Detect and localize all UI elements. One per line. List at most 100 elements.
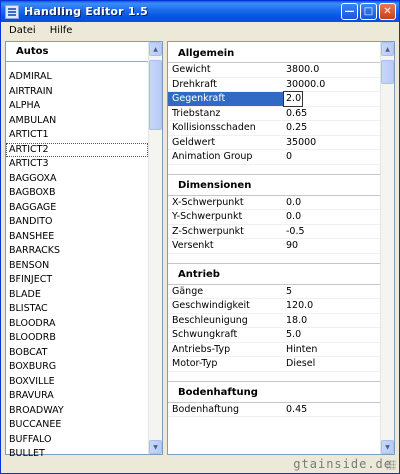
list-item[interactable]: BROADWAY — [6, 404, 148, 419]
property-value[interactable]: Hinten — [284, 344, 380, 355]
property-row[interactable]: Antriebs-Typ Hinten — [168, 343, 380, 357]
watermark: gtainside.de — [293, 457, 392, 471]
property-name: Antriebs-Typ — [172, 343, 231, 355]
properties-pane: Allgemein Gewicht 3800.0 Drehkraft 30000.0 Ge… — [167, 41, 395, 455]
list-item[interactable]: BUCCANEE — [6, 418, 148, 433]
property-row[interactable]: Triebstanz 0.65 — [168, 107, 380, 121]
section-gap — [168, 372, 380, 382]
property-name: Geschwindigkeit — [172, 300, 250, 312]
list-item[interactable]: ADMIRAL — [6, 70, 148, 85]
menu-hilfe[interactable]: Hilfe — [43, 25, 80, 36]
property-row[interactable]: Animation Group 0 — [168, 150, 380, 165]
property-name: Z-Schwerpunkt — [172, 225, 244, 237]
list-scroll-thumb[interactable] — [149, 60, 162, 130]
list-item[interactable]: BOXBURG — [6, 360, 148, 375]
scroll-down-arrow-icon[interactable]: ▼ — [149, 440, 162, 454]
list-item[interactable]: ARTICT3 — [6, 157, 148, 172]
property-value[interactable]: 35000 — [284, 137, 380, 148]
list-item[interactable]: BFINJECT — [6, 273, 148, 288]
list-item[interactable]: AIRTRAIN — [6, 85, 148, 100]
property-row[interactable]: Geschwindigkeit 120.0 — [168, 299, 380, 314]
scroll-up-arrow-icon[interactable]: ▲ — [149, 42, 162, 56]
list-scrollbar[interactable]: ▲ ▼ — [148, 42, 162, 454]
property-row[interactable]: Motor-Typ Diesel — [168, 357, 380, 372]
property-value[interactable]: 0.45 — [284, 404, 380, 415]
list-item[interactable]: BUFFALO — [6, 433, 148, 448]
property-value[interactable]: 30000.0 — [284, 79, 380, 90]
section-title: Dimensionen — [168, 176, 380, 196]
section-title: Bodenhaftung — [168, 383, 380, 403]
scroll-down-arrow-icon[interactable]: ▼ — [381, 440, 394, 454]
property-row[interactable]: Z-Schwerpunkt -0.5 — [168, 225, 380, 239]
title-bar[interactable]: Handling Editor 1.5 — □ ✕ — [1, 1, 399, 22]
property-row[interactable]: Bodenhaftung 0.45 — [168, 403, 380, 417]
property-row[interactable]: Beschleunigung 18.0 — [168, 314, 380, 328]
property-value[interactable]: 2.0 — [283, 91, 303, 107]
property-row[interactable]: Gewicht 3800.0 — [168, 63, 380, 78]
property-value[interactable]: 5.0 — [284, 329, 380, 340]
minimize-button[interactable]: — — [341, 3, 358, 20]
list-item[interactable]: BAGBOXB — [6, 186, 148, 201]
scroll-up-arrow-icon[interactable]: ▲ — [381, 42, 394, 56]
menu-datei[interactable]: Datei — [2, 25, 43, 36]
vehicle-list: ADMIRAL AIRTRAIN ALPHA AMBULAN ARTICT1 ARTICT… — [6, 70, 148, 462]
list-item[interactable]: AMBULAN — [6, 114, 148, 129]
list-item[interactable]: BARRACKS — [6, 244, 148, 259]
property-row[interactable]: Gegenkraft 2.0 — [168, 91, 380, 107]
property-value[interactable]: 3800.0 — [284, 64, 380, 75]
properties-grid: Allgemein Gewicht 3800.0 Drehkraft 30000.0 Ge… — [168, 42, 380, 417]
property-name: Kollisionsschaden — [172, 122, 256, 134]
list-item[interactable]: BOBCAT — [6, 346, 148, 361]
list-item[interactable]: BRAVURA — [6, 389, 148, 404]
list-item[interactable]: BLADE — [6, 288, 148, 303]
property-row[interactable]: Schwungkraft 5.0 — [168, 328, 380, 343]
property-name: Geldwert — [172, 136, 216, 148]
list-item[interactable]: BENSON — [6, 259, 148, 274]
section-title: Allgemein — [168, 44, 380, 63]
properties-scroll-thumb[interactable] — [381, 60, 394, 84]
section-title: Antrieb — [168, 265, 380, 285]
list-item[interactable]: BLOODRB — [6, 331, 148, 346]
property-value[interactable]: -0.5 — [284, 226, 380, 237]
menu-bar: Datei Hilfe — [2, 22, 399, 39]
property-value[interactable]: 0.0 — [284, 197, 380, 208]
property-row[interactable]: Drehkraft 30000.0 — [168, 78, 380, 92]
property-value[interactable]: 18.0 — [284, 315, 380, 326]
property-row[interactable]: Y-Schwerpunkt 0.0 — [168, 210, 380, 225]
property-value[interactable]: 5 — [284, 286, 380, 297]
vehicle-list-pane: Autos ADMIRAL AIRTRAIN ALPHA AMBULAN ARTICT1… — [5, 41, 163, 459]
list-item[interactable]: BOXVILLE — [6, 375, 148, 390]
maximize-button[interactable]: □ — [360, 3, 377, 20]
list-item[interactable]: BAGGOXA — [6, 172, 148, 187]
property-name: Beschleunigung — [172, 314, 248, 326]
property-value[interactable]: 0.0 — [284, 211, 380, 222]
list-item[interactable]: BANSHEE — [6, 230, 148, 245]
property-name: Drehkraft — [172, 78, 218, 90]
main-window: Handling Editor 1.5 — □ ✕ Datei Hilfe Au… — [0, 0, 400, 474]
list-item[interactable]: ARTICT1 — [6, 128, 148, 143]
property-row[interactable]: Geldwert 35000 — [168, 136, 380, 150]
property-value[interactable]: 120.0 — [284, 300, 380, 311]
property-name: X-Schwerpunkt — [172, 196, 244, 208]
property-value[interactable]: 0.65 — [284, 108, 380, 119]
property-name: Gänge — [172, 285, 204, 297]
list-item[interactable]: BANDITO — [6, 215, 148, 230]
close-button[interactable]: ✕ — [379, 3, 396, 20]
properties-scrollbar[interactable]: ▲ ▼ — [380, 42, 394, 454]
property-name: Gegenkraft — [168, 92, 284, 106]
property-row[interactable]: Versenkt 90 — [168, 239, 380, 254]
property-name: Schwungkraft — [172, 329, 238, 341]
list-item[interactable]: ALPHA — [6, 99, 148, 114]
property-value[interactable]: 0.25 — [284, 122, 380, 133]
property-value[interactable]: 90 — [284, 240, 380, 251]
property-row[interactable]: Kollisionsschaden 0.25 — [168, 121, 380, 136]
list-item[interactable]: ARTICT2 — [6, 142, 148, 157]
property-value[interactable]: 0 — [284, 151, 380, 162]
list-item[interactable]: BAGGAGE — [6, 201, 148, 216]
list-item[interactable]: BLISTAC — [6, 302, 148, 317]
list-item[interactable]: BLOODRA — [6, 317, 148, 332]
property-name: Gewicht — [172, 64, 211, 76]
property-row[interactable]: X-Schwerpunkt 0.0 — [168, 196, 380, 210]
property-value[interactable]: Diesel — [284, 358, 380, 369]
property-row[interactable]: Gänge 5 — [168, 285, 380, 299]
